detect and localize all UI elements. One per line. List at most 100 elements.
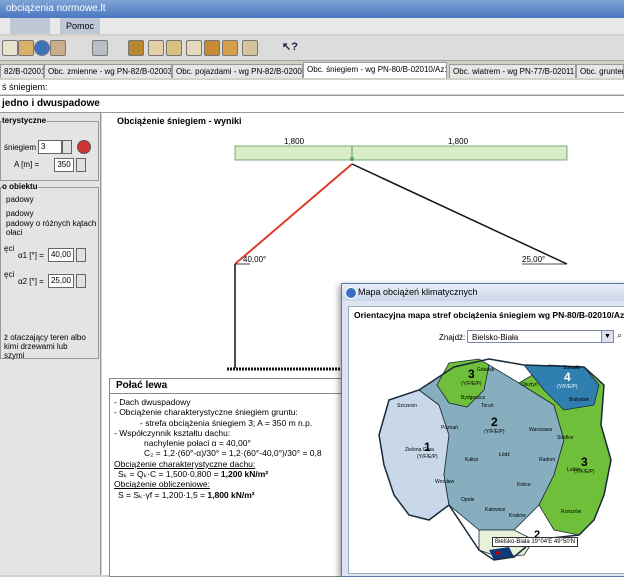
city-zielona-gora: Zielona Góra [405, 447, 434, 453]
map-window-titlebar[interactable]: Mapa obciążeń klimatycznych [342, 284, 624, 301]
roof-option-3[interactable]: padowy o różnych kątach [6, 219, 96, 228]
roof-option-1[interactable]: padowy [6, 195, 34, 204]
tab-obc-gruntem[interactable]: Obc. gruntem [576, 64, 624, 78]
terrain-note-1: ż otaczający teren albo [4, 333, 86, 342]
altitude-spinner[interactable] [76, 158, 86, 172]
characteristics-title: terystyczne [2, 116, 47, 125]
city-select-value: Bielsko-Biała [472, 333, 519, 342]
tool-4-icon[interactable] [186, 40, 202, 56]
toolbar: ↖? [0, 36, 624, 61]
object-group-title: o obiektu [2, 182, 38, 191]
tab-obc-stale[interactable]: 82/B-02001 [0, 64, 44, 78]
city-torun: Toruń [481, 403, 494, 409]
roof-type-title: jedno i dwuspadowe [0, 95, 624, 113]
zone-label: śniegiem [4, 143, 37, 152]
map-window-title: Mapa obciążeń klimatycznych [358, 287, 478, 297]
result-line-3: - strefa obciążenia śniegiem 3; A = 350 … [140, 417, 313, 428]
map-heading: Orientacyjna mapa stref obciążenia śnieg… [354, 310, 624, 320]
zone-4-sub: (Y/F/E/P) [557, 384, 578, 390]
map-window: Mapa obciążeń klimatycznych Orientacyjna… [341, 283, 624, 577]
angle2-label: α2 [°] = [18, 277, 44, 286]
city-radom: Radom [539, 457, 556, 463]
altitude-label: A [m] = [14, 160, 40, 169]
angle2-input[interactable]: 25,00 [48, 274, 74, 288]
city-gdansk: Gdańsk [477, 367, 495, 373]
window-title: obciążenia normowe.lt [0, 0, 624, 18]
location-marker-label: Bielsko-Biała 19°04'E 49°50'N [492, 537, 579, 547]
city-kalisz: Kalisz [465, 457, 479, 463]
tool-3-icon[interactable] [166, 40, 182, 56]
angle1-spinner[interactable] [76, 248, 86, 262]
tool-5-icon[interactable] [204, 40, 220, 56]
right-rafter [351, 163, 568, 265]
angle1-input[interactable]: 40,00 [48, 248, 74, 262]
zone-dropdown-button[interactable] [62, 140, 72, 154]
tool-1-icon[interactable] [128, 40, 144, 56]
location-pin-icon [496, 551, 500, 555]
tab-obc-sniegiem[interactable]: Obc. śniegiem - wg PN-80/B-02010/Az1 [303, 62, 447, 78]
zone-2-label: 2 (Y/F/E/P) [484, 416, 505, 437]
result-line-6: C₂ = 1,2·(60°-α)/30° = 1,2·(60°-40,0°)/3… [144, 448, 322, 459]
city-warszawa: Warszawa [529, 427, 553, 433]
search-icon[interactable]: ⌕ [617, 330, 624, 343]
result-char-value: 1,200 kN/m² [220, 469, 269, 480]
load-left-value: 1,800 [284, 137, 305, 146]
altitude-input[interactable]: 350 [54, 158, 74, 172]
help-icon[interactable] [50, 40, 66, 56]
load-right-value: 1,800 [448, 137, 469, 146]
chevron-down-icon[interactable]: ▼ [601, 331, 613, 342]
result-line-7: Obciążenie charakterystyczne dachu: [114, 458, 256, 469]
angle-left-label: 40,00° [243, 255, 267, 264]
roof-option-4[interactable]: ołaci [6, 228, 22, 237]
zone-1-region [378, 389, 450, 521]
save-icon[interactable] [34, 40, 50, 56]
city-katowice: Katowice [485, 507, 506, 513]
load-bar [234, 145, 568, 161]
city-rzeszow: Rzeszów [561, 509, 582, 515]
city-kielce: Kielce [517, 482, 531, 488]
tab-obc-zmienne[interactable]: Obc. zmienne - wg PN-82/B-02003 [44, 64, 172, 78]
result-line-8: Sₖ = Qₖ·C = 1,500·0,800 = 1,200 kN/m² [110, 469, 346, 479]
context-help-icon[interactable]: ↖? [282, 40, 298, 56]
city-opole: Opole [461, 497, 475, 503]
section-subtitle: ś śniegiem: [0, 80, 624, 94]
tool-6-icon[interactable] [222, 40, 238, 56]
zone-select[interactable]: 3 [38, 140, 62, 154]
city-poznan: Poznań [441, 425, 458, 431]
city-bydgoszcz: Bydgoszcz [461, 395, 486, 401]
angle1-label: α1 [°] = [18, 251, 44, 260]
city-siedlce: Siedlce [557, 435, 574, 441]
result-line-10: S = Sₖ·γf = 1,200·1,5 = 1,800 kN/m² [110, 490, 346, 500]
roof-option-2[interactable]: padowy [6, 209, 34, 218]
tool-7-icon[interactable] [242, 40, 258, 56]
result-design-formula: S = Sₖ·γf = 1,200·1,5 = [118, 489, 208, 500]
open-icon[interactable] [18, 40, 34, 56]
zone-2-sub: (Y/F/E/P) [484, 429, 505, 435]
result-line-2: - Obciążenie charakterystyczne śniegiem … [114, 407, 298, 418]
menu-help[interactable]: Pomoc [60, 18, 101, 34]
angle1-side-label: ęci [4, 244, 15, 253]
result-line-4: - Współczynnik kształtu dachu: [114, 427, 231, 438]
tab-obc-wiatrem[interactable]: Obc. wiatrem - wg PN-77/B-02011 [449, 64, 576, 78]
new-icon[interactable] [2, 40, 18, 56]
zone-1-sub: (Y/F/E/P) [417, 454, 438, 460]
tab-obc-pojazdami[interactable]: Obc. pojazdami - wg PN-82/B-02004 [172, 64, 303, 78]
city-select[interactable]: Bielsko-Biała ▼ [467, 330, 614, 343]
city-suwalki: Suwałki [563, 365, 581, 371]
result-char-formula: Sₖ = Qₖ·C = 1,500·0,800 = [118, 469, 221, 480]
load-bar-node [350, 157, 354, 161]
tool-2-icon[interactable] [148, 40, 164, 56]
terrain-note-3: szymi [4, 351, 25, 360]
zone-4-label: 4 (Y/F/E/P) [557, 371, 578, 392]
left-rafter [234, 163, 353, 265]
map-pane: Orientacyjna mapa stref obciążenia śnieg… [348, 306, 624, 574]
city-krakow: Kraków [509, 513, 526, 519]
terrain-note-2: kimi drzewami lub [4, 342, 68, 351]
angle2-spinner[interactable] [76, 274, 86, 288]
map-button-icon[interactable] [77, 140, 91, 154]
result-line-9: Obciążenie obliczeniowe: [114, 479, 210, 490]
find-label: Znajdź: [439, 333, 466, 342]
exit-icon[interactable] [92, 40, 108, 56]
result-line-5: nachylenie połaci α = 40,00° [144, 438, 251, 449]
left-panel: terystyczne śniegiem 3 A [m] = 350 o obi… [0, 113, 101, 575]
